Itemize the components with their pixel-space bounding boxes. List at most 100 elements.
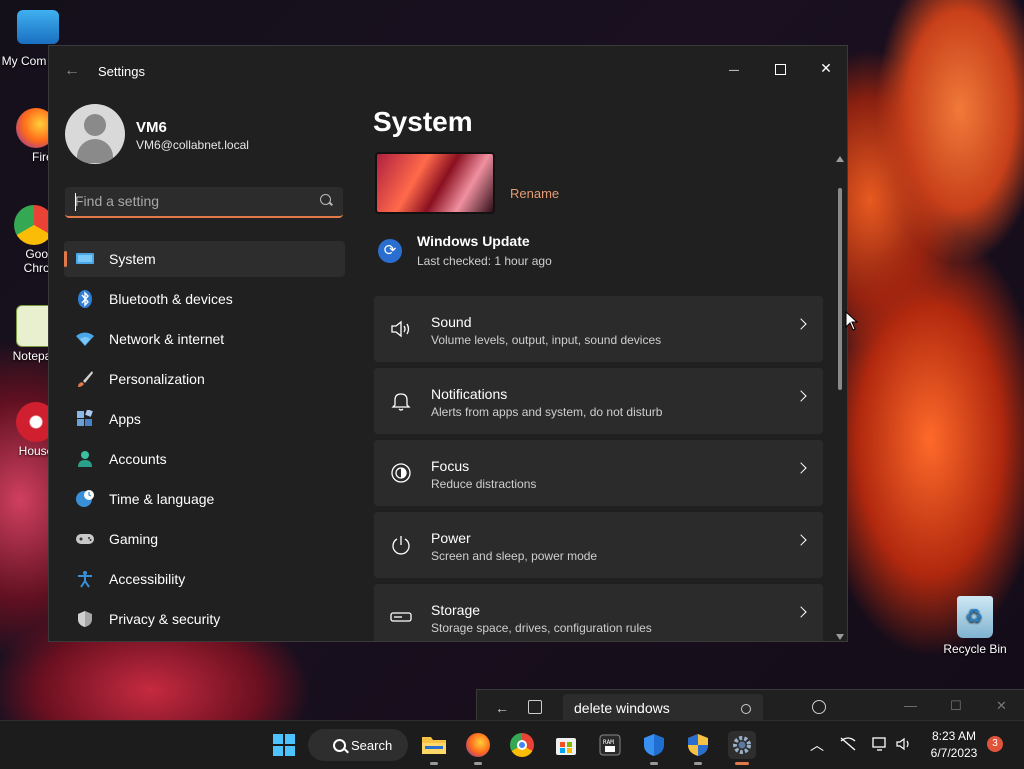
notification-badge[interactable]: 3 (987, 736, 1003, 752)
taskbar-search-button[interactable]: Search (308, 729, 408, 761)
display-icon[interactable] (872, 737, 888, 751)
card-subtitle: Alerts from apps and system, do not dist… (431, 405, 663, 419)
person-icon[interactable] (812, 700, 826, 714)
chevron-right-icon (795, 606, 807, 618)
volume-icon[interactable] (896, 737, 912, 751)
desktop-icon-label: My Com (1, 54, 47, 68)
sidebar-item-privacy-security[interactable]: Privacy & security (64, 601, 345, 637)
card-subtitle: Storage space, drives, configuration rul… (431, 621, 652, 635)
globe-clock-icon (75, 489, 95, 509)
text-caret (75, 193, 76, 211)
settings-card-focus[interactable]: Focus Reduce distractions (374, 440, 823, 506)
sidebar-item-accounts[interactable]: Accounts (64, 441, 345, 477)
scroll-thumb[interactable] (838, 188, 842, 390)
windows-logo-icon (273, 734, 295, 756)
taskbar-terminal[interactable]: RAM (596, 731, 624, 759)
taskbar-file-explorer[interactable] (420, 731, 448, 765)
sidebar-item-network[interactable]: Network & internet (64, 321, 345, 357)
avatar[interactable] (65, 104, 125, 164)
settings-card-power[interactable]: Power Screen and sleep, power mode (374, 512, 823, 578)
scroll-up-arrow-icon[interactable] (836, 156, 844, 162)
search-query-text: delete windows (574, 700, 670, 716)
terminal-icon: RAM (599, 734, 621, 756)
minimize-icon[interactable]: — (904, 698, 917, 713)
taskbar-search-label: Search (351, 738, 393, 753)
sidebar-item-system[interactable]: System (64, 241, 345, 277)
maximize-icon[interactable]: ☐ (950, 698, 962, 714)
sidebar-item-label: Network & internet (109, 331, 225, 347)
search-input[interactable] (75, 193, 305, 209)
card-title: Focus (431, 458, 470, 474)
storage-icon (390, 606, 412, 628)
mouse-cursor-icon (845, 311, 859, 331)
back-button[interactable]: ← (61, 60, 83, 82)
windows-update-subtitle: Last checked: 1 hour ago (417, 254, 552, 268)
taskbar-uac[interactable] (684, 731, 712, 765)
maximize-button[interactable] (757, 52, 803, 84)
shield-icon (644, 734, 664, 756)
desktop-icon-label: Recycle Bin (943, 642, 1007, 656)
search-box[interactable] (65, 187, 343, 218)
chevron-right-icon (795, 462, 807, 474)
card-title: Storage (431, 602, 481, 618)
search-query-field[interactable]: delete windows (563, 694, 763, 722)
window-title: Settings (98, 64, 145, 79)
store-icon (556, 738, 576, 755)
card-subtitle: Reduce distractions (431, 477, 537, 491)
taskbar-security[interactable] (640, 731, 668, 765)
network-disconnected-icon[interactable] (840, 737, 856, 751)
gamepad-icon (75, 529, 95, 549)
close-icon[interactable]: ✕ (996, 698, 1007, 714)
desktop-icon-recycle-bin[interactable]: Recycle Bin (942, 596, 1008, 656)
close-icon: ✕ (820, 60, 832, 76)
taskbar-store[interactable] (552, 731, 580, 759)
user-name: VM6 (136, 119, 167, 136)
uac-shield-icon (688, 734, 708, 756)
bell-icon (390, 390, 412, 412)
shield-icon (75, 609, 95, 629)
taskbar-firefox[interactable] (464, 731, 492, 765)
sidebar-item-bluetooth[interactable]: Bluetooth & devices (64, 281, 345, 317)
scroll-down-arrow-icon[interactable] (836, 634, 844, 640)
arrow-left-icon: ← (64, 62, 80, 79)
vertical-scrollbar[interactable] (836, 156, 844, 640)
minimize-button[interactable]: — (711, 52, 757, 84)
title-bar[interactable]: ← Settings — ✕ (49, 46, 847, 94)
sidebar-item-personalization[interactable]: Personalization (64, 361, 345, 397)
chevron-up-icon[interactable]: ︿ (810, 735, 824, 755)
desktop-preview-thumbnail (375, 152, 495, 214)
settings-card-storage[interactable]: Storage Storage space, drives, configura… (374, 584, 823, 641)
folder-icon (422, 737, 446, 754)
store-icon[interactable] (528, 700, 542, 714)
rename-link[interactable]: Rename (510, 186, 559, 201)
settings-window: ← Settings — ✕ VM6 VM6@collabnet.local S… (48, 45, 848, 642)
sidebar-item-accessibility[interactable]: Accessibility (64, 561, 345, 597)
taskbar-settings[interactable] (728, 731, 756, 765)
sidebar-item-apps[interactable]: Apps (64, 401, 345, 437)
taskbar-chrome[interactable] (508, 731, 536, 759)
power-icon (390, 534, 412, 556)
search-icon[interactable] (741, 704, 751, 714)
windows-update-title[interactable]: Windows Update (417, 233, 530, 249)
start-button[interactable] (270, 731, 298, 759)
clock-date[interactable]: 6/7/2023 (926, 746, 982, 760)
focus-icon (390, 462, 412, 484)
settings-card-sound[interactable]: Sound Volume levels, output, input, soun… (374, 296, 823, 362)
speaker-icon (390, 318, 412, 340)
chevron-right-icon (795, 318, 807, 330)
sidebar-item-time-language[interactable]: Time & language (64, 481, 345, 517)
chrome-icon (510, 733, 534, 757)
apps-icon (75, 409, 95, 429)
sidebar-item-gaming[interactable]: Gaming (64, 521, 345, 557)
card-title: Notifications (431, 386, 508, 402)
user-email: VM6@collabnet.local (136, 138, 249, 152)
running-indicator (430, 762, 438, 765)
sidebar-item-label: Privacy & security (109, 611, 221, 627)
settings-card-notifications[interactable]: Notifications Alerts from apps and syste… (374, 368, 823, 434)
close-button[interactable]: ✕ (803, 52, 847, 84)
sidebar-item-label: Personalization (109, 371, 205, 387)
recycle-bin-icon (957, 596, 993, 638)
arrow-left-icon[interactable]: ← (495, 700, 509, 716)
clock-time[interactable]: 8:23 AM (928, 729, 980, 743)
sidebar-nav: System Bluetooth & devices Network & int… (64, 241, 345, 641)
